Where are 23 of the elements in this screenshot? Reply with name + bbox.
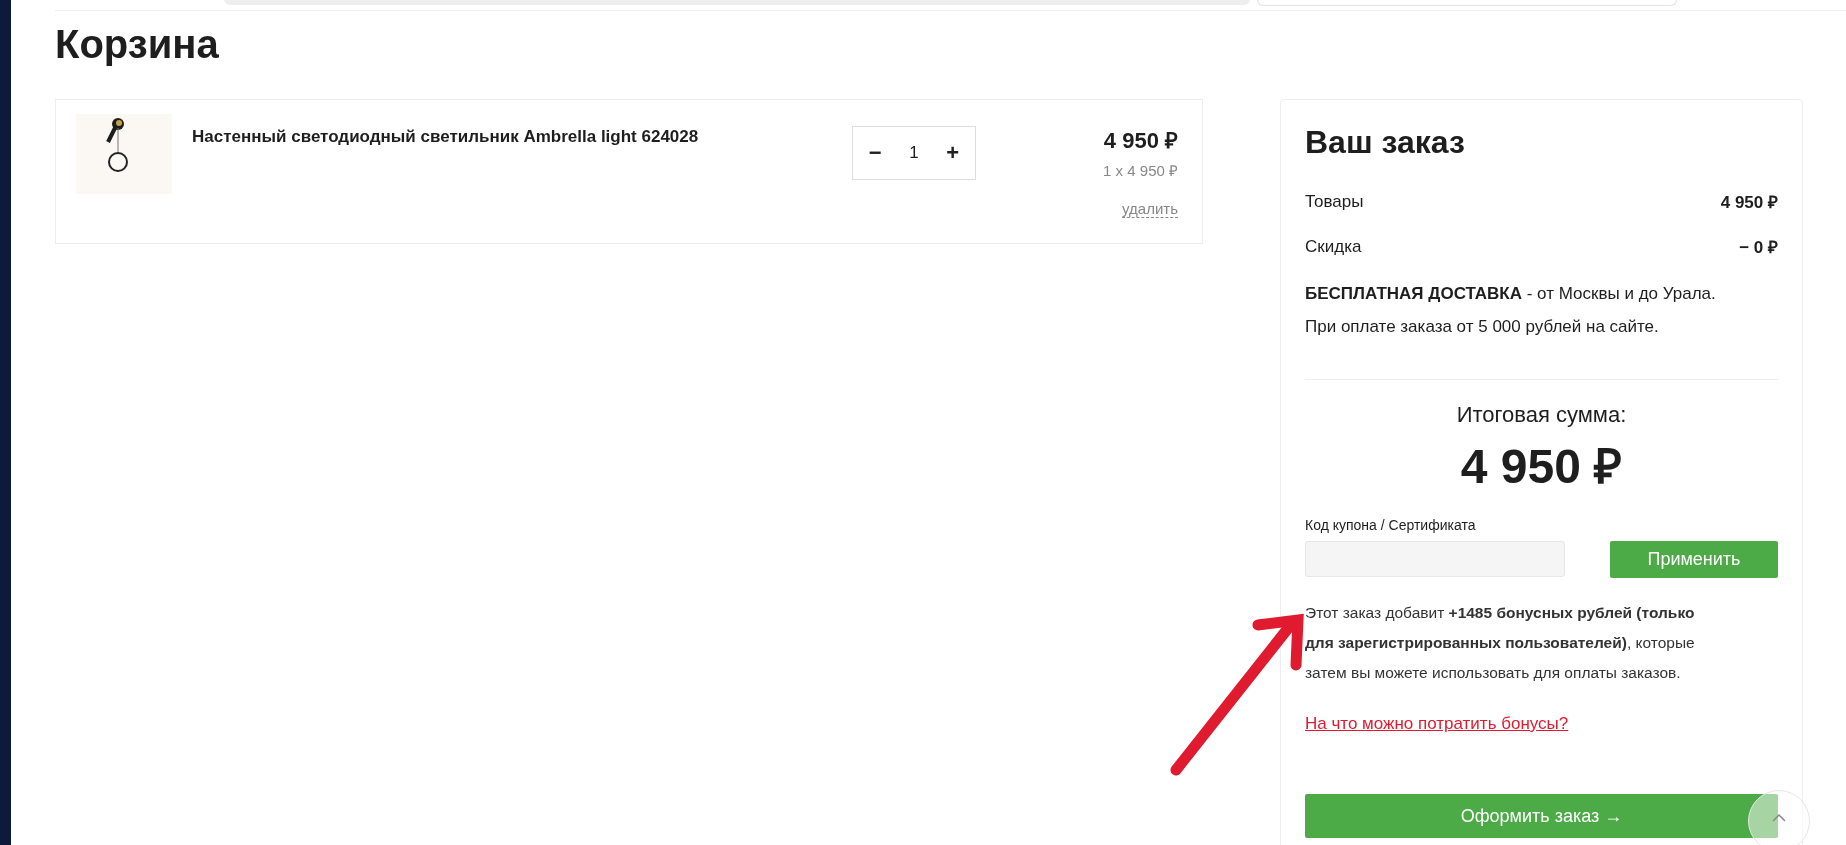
page-title: Корзина [55, 21, 220, 68]
summary-label: Товары [1305, 191, 1364, 212]
chevron-up-icon [1771, 813, 1787, 823]
scroll-to-top-button[interactable] [1748, 790, 1810, 845]
coupon-label: Код купона / Сертификата [1305, 517, 1477, 533]
total-label: Итоговая сумма: [1455, 402, 1628, 428]
minus-button[interactable]: − [864, 140, 886, 166]
delivery-note: БЕСПЛАТНАЯ ДОСТАВКА - от Москвы и до Урала. [1305, 283, 1717, 305]
quantity-value[interactable]: 1 [909, 143, 919, 163]
plus-button[interactable]: + [942, 140, 964, 166]
remove-link[interactable]: удалить [1122, 200, 1178, 218]
product-name[interactable]: Настенный светодиодный светильник Ambrella light 624028 [192, 127, 852, 147]
summary-value: 4 950 ₽ [1720, 192, 1778, 213]
summary-label: Скидка [1305, 236, 1362, 257]
item-price: 4 950 ₽ [1103, 127, 1178, 154]
bonus-link[interactable]: На что можно потратить бонусы? [1305, 714, 1569, 734]
summary-value: − 0 ₽ [1739, 237, 1778, 258]
delivery-note: При оплате заказа от 5 000 рублей на сайте. [1305, 316, 1660, 338]
coupon-input-field[interactable] [1305, 541, 1565, 577]
total-amount: 4 950 ₽ [1459, 439, 1624, 495]
unit-price: 1 x 4 950 ₽ [1103, 161, 1178, 180]
order-title: Ваш заказ [1305, 124, 1466, 161]
bonus-note: Этот заказ добавит +1485 бонусных рублей (только для зарегистрированных пользователей), которые затем вы можете использовать для оплаты заказов. [1305, 603, 1696, 683]
